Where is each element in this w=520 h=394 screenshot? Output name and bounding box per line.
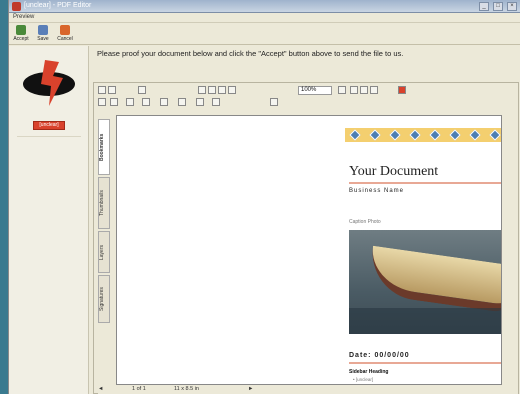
diamond-icon [369,129,381,141]
zoom-in-icon[interactable] [338,86,346,94]
title-bar: [unclear] - PDF Editor _ □ × [9,0,520,13]
brand-logo-icon [23,60,75,106]
app-icon [12,2,21,11]
find-icon[interactable] [138,86,146,94]
save-button[interactable]: Save [33,24,53,44]
stamp-tool-icon[interactable] [212,98,220,106]
viewer-status-bar: ◄ 1 of 1 11 x 8.5 in ► [98,385,518,394]
diamond-icon [389,129,401,141]
boat-icon [366,245,501,315]
app-window: [unclear] - PDF Editor _ □ × Preview Acc… [8,0,520,394]
tab-signatures[interactable]: Signatures [98,275,110,323]
left-divider [17,136,81,137]
prev-page-icon[interactable] [208,86,216,94]
left-panel: [unclear] [9,46,89,394]
minimize-button[interactable]: _ [479,2,489,11]
date-rule [349,362,501,364]
rotate-icon[interactable] [270,98,278,106]
water-reflection [349,308,501,334]
diamond-banner [345,128,501,142]
menu-bar: Preview [9,13,520,23]
snapshot-icon[interactable] [160,98,168,106]
diamond-icon [489,129,501,141]
cancel-button[interactable]: Cancel [55,24,75,44]
close-button[interactable]: × [507,2,517,11]
nav-last-icon[interactable]: ► [248,385,253,393]
photo-caption: Caption Photo [349,219,381,225]
accept-button[interactable]: Accept [11,24,31,44]
maximize-button[interactable]: □ [493,2,503,11]
save-icon [38,25,48,35]
tab-thumbnails[interactable]: Thumbnails [98,177,110,229]
diamond-icon [349,129,361,141]
document-date: Date: 00/00/00 [349,352,410,359]
next-page-icon[interactable] [218,86,226,94]
main-toolbar: Accept Save Cancel [9,23,520,45]
title-rule [349,182,501,184]
menu-preview[interactable]: Preview [13,14,34,20]
save-label: Save [37,36,49,42]
last-page-icon[interactable] [228,86,236,94]
left-action-button[interactable]: [unclear] [33,121,65,130]
hand-tool-icon[interactable] [98,98,106,106]
nav-first-icon[interactable]: ◄ [98,385,103,393]
print-icon[interactable] [108,86,116,94]
cancel-label: Cancel [57,36,73,42]
boat-photo [349,230,501,334]
page-size: 11 x 8.5 in [174,386,199,392]
zoom-select[interactable]: 100% [298,86,332,95]
tab-layers[interactable]: Layers [98,231,110,273]
zoom-tool-icon[interactable] [110,98,118,106]
actual-size-icon[interactable] [370,86,378,94]
viewer-toolbar-top: 100% [98,85,518,96]
fit-width-icon[interactable] [360,86,368,94]
bullet-item: • [unclear] [353,377,374,382]
pdf-viewer: 100% Bookmarks Thumbnails Layers Signatu… [93,82,519,394]
window-title: [unclear] - PDF Editor [24,2,92,9]
fit-page-icon[interactable] [350,86,358,94]
page-indicator[interactable]: 1 of 1 [132,385,146,393]
tab-bookmarks[interactable]: Bookmarks [98,119,110,175]
side-tabs: Bookmarks Thumbnails Layers Signatures [98,119,110,359]
cancel-icon [60,25,70,35]
business-name: Business Name [349,188,405,194]
note-tool-icon[interactable] [178,98,186,106]
diamond-icon [429,129,441,141]
sidebar-heading: Sidebar Heading [349,369,389,375]
text-tool-icon[interactable] [126,98,134,106]
accept-label: Accept [13,36,29,42]
open-icon[interactable] [98,86,106,94]
diamond-icon [469,129,481,141]
document-page: Your Document Business Name Caption Phot… [116,115,502,385]
first-page-icon[interactable] [198,86,206,94]
document-title: Your Document [349,164,439,179]
pencil-tool-icon[interactable] [196,98,204,106]
diamond-icon [409,129,421,141]
select-tool-icon[interactable] [142,98,150,106]
help-icon[interactable] [398,86,406,94]
accept-icon [16,25,26,35]
viewer-toolbar-bottom [98,97,518,108]
instruction-text: Please proof your document below and cli… [97,49,404,58]
diamond-icon [449,129,461,141]
